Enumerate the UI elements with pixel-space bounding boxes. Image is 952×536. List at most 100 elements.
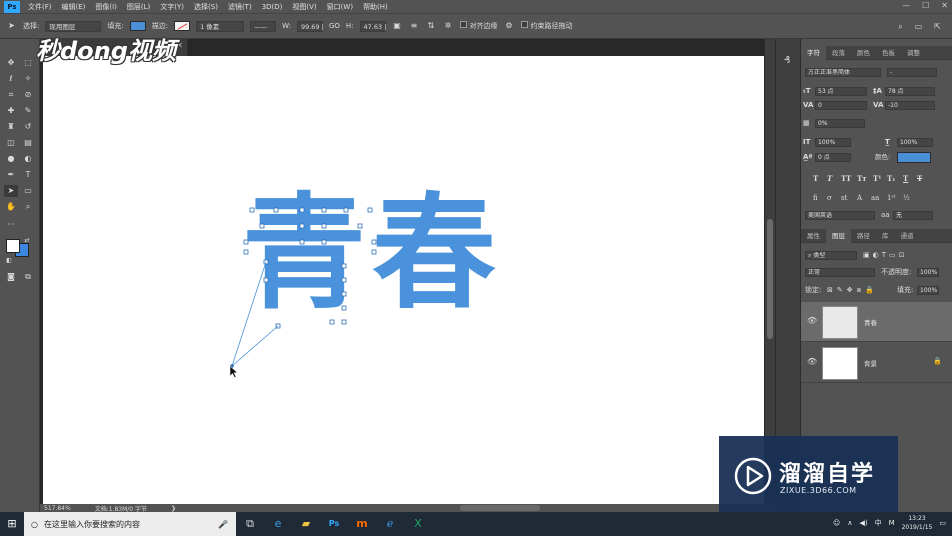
small-caps-icon[interactable]: Tт [857,174,867,183]
text-color-swatch[interactable] [897,152,931,163]
edge-browser-icon[interactable]: e [264,512,292,536]
zoom-level[interactable]: 517.84% [44,505,71,512]
font-style-dropdown[interactable]: - [887,68,937,77]
leading-field[interactable]: 78 点 [885,87,935,96]
tab-properties[interactable]: 属性 [801,229,826,243]
menu-3d[interactable]: 3D(D) [257,3,288,11]
blur-tool-icon[interactable]: ● [4,153,18,165]
tab-swatches[interactable]: 色板 [876,46,901,60]
clone-stamp-icon[interactable]: ♜ [4,121,18,133]
type-tool-icon[interactable]: T [21,169,35,181]
dodge-tool-icon[interactable]: ◐ [21,153,35,165]
height-field[interactable]: 47.63 | [359,20,386,32]
stroke-width-field[interactable]: 1 像素 [196,20,245,32]
lasso-tool-icon[interactable]: ℓ [4,73,18,85]
menu-select[interactable]: 选择(S) [189,2,223,12]
people-icon[interactable]: ☺ [833,519,840,527]
swash-icon[interactable]: st [841,194,847,202]
path-operations-icon[interactable]: ▣ [392,21,403,31]
tab-character[interactable]: 字符 [801,45,826,60]
move-tool-icon[interactable]: ✥ [4,57,18,69]
taskbar-search[interactable]: ○ 在这里输入你要搜索的内容 🎤 [24,512,236,536]
maximize-icon[interactable]: ☐ [922,1,929,10]
lock-icons[interactable]: ⊠✎✥⧈🔒 [827,286,878,295]
vertical-scale-field[interactable]: 100% [815,138,851,147]
fill-field[interactable]: 100% [917,286,939,295]
tracking-field[interactable]: -10 [885,101,935,110]
file-explorer-icon[interactable]: ▰ [292,512,320,536]
history-brush-icon[interactable]: ↺ [21,121,35,133]
workspace-icon[interactable]: ▭ [913,22,924,32]
clock[interactable]: 13:23 2019/1/15 [902,514,933,532]
menu-filter[interactable]: 滤镜(T) [223,2,257,12]
brush-tool-icon[interactable]: ✎ [21,105,35,117]
blend-mode-dropdown[interactable]: 正常 [805,268,875,277]
menu-image[interactable]: 图像(I) [90,2,122,12]
screen-mode-icon[interactable]: ⧉ [21,271,35,283]
mi-app-icon[interactable]: m [348,512,376,536]
stroke-color-swatch[interactable] [174,21,191,31]
tab-adjustments[interactable]: 调整 [901,46,926,60]
taskbar-search-input[interactable]: 在这里输入你要搜索的内容 [44,519,140,530]
layer-row[interactable]: 👁 青春 [801,302,952,342]
crop-tool-icon[interactable]: ⌗ [4,89,18,101]
foreground-color-swatch[interactable] [6,239,20,253]
status-arrow-icon[interactable]: ❯ [171,505,176,512]
strikethrough-icon[interactable]: T [917,174,922,183]
marquee-tool-icon[interactable]: ⬚ [21,57,35,69]
hand-tool-icon[interactable]: ✋ [4,201,18,213]
magic-wand-icon[interactable]: ✧ [21,73,35,85]
photoshop-taskbar-icon[interactable]: Ps [320,512,348,536]
stylistic-alt-icon[interactable]: A [857,194,862,202]
width-field[interactable]: 99.69 | [296,20,324,32]
eraser-tool-icon[interactable]: ◫ [4,137,18,149]
superscript-icon[interactable]: T¹ [873,174,881,183]
minimize-icon[interactable]: — [902,1,910,10]
healing-brush-icon[interactable]: ✚ [4,105,18,117]
subscript-icon[interactable]: T₁ [887,174,895,183]
horizontal-scroll-thumb[interactable] [460,505,540,511]
scroll-thumb[interactable] [767,219,773,339]
font-size-field[interactable]: 53 点 [815,87,867,96]
ligatures-icon[interactable]: fi [813,194,818,202]
menu-help[interactable]: 帮助(H) [358,2,393,12]
settings-icon[interactable]: ⚙ [504,21,515,31]
notification-icon[interactable]: ▭ [939,519,946,527]
path-selection-tool-icon[interactable]: ➤ [4,185,18,197]
fill-color-swatch[interactable] [129,21,146,31]
layer-filter-dropdown[interactable]: ⌕ 类型 [805,251,857,260]
path-arrangement-icon[interactable]: ⇅ [426,21,437,31]
all-caps-icon[interactable]: TT [841,174,851,183]
vertical-scrollbar[interactable] [765,39,775,504]
titling-icon[interactable]: aa [871,194,879,202]
menu-type[interactable]: 文字(Y) [155,2,189,12]
tab-paragraph[interactable]: 段落 [826,46,851,60]
constrain-path-option[interactable]: 约束路径拖动 [520,21,573,31]
default-colors-icon[interactable]: ◧ [2,255,16,267]
ime-mode-icon[interactable]: M [889,519,895,527]
search-icon[interactable]: ⌕ [895,22,906,32]
ime-language[interactable]: 中 [875,518,882,528]
task-view-icon[interactable]: ⧉ [236,512,264,536]
gradient-tool-icon[interactable]: ▤ [21,137,35,149]
menu-layer[interactable]: 图层(L) [122,2,155,12]
tsume-field[interactable]: 0% [815,119,865,128]
microphone-icon[interactable]: 🎤 [218,520,228,529]
fractions-icon[interactable]: ½ [903,194,910,202]
link-dimensions-icon[interactable]: GO [329,22,340,30]
ordinals-icon[interactable]: 1ˢᵗ [887,194,896,202]
excel-icon[interactable]: X [404,512,432,536]
zoom-tool-icon[interactable]: ⌕ [21,201,35,213]
more-tools-icon[interactable]: ··· [4,219,18,231]
eyedropper-icon[interactable]: ⊘ [21,89,35,101]
gear-icon[interactable]: ✲ [443,21,454,31]
align-edges-option[interactable]: 对齐边缘 [459,21,498,31]
menu-file[interactable]: 文件(F) [23,2,57,12]
share-icon[interactable]: ⇱ [932,22,943,32]
rectangle-tool-icon[interactable]: ▭ [21,185,35,197]
text-artwork[interactable]: 青春 [224,182,524,379]
layer-filter-icons[interactable]: ▣◐T▭⊡ [863,251,907,260]
layer-row[interactable]: 👁 背景 🔒 [801,343,952,383]
quick-mask-icon[interactable]: ◙ [4,271,18,283]
tab-layers[interactable]: 图层 [826,228,851,243]
